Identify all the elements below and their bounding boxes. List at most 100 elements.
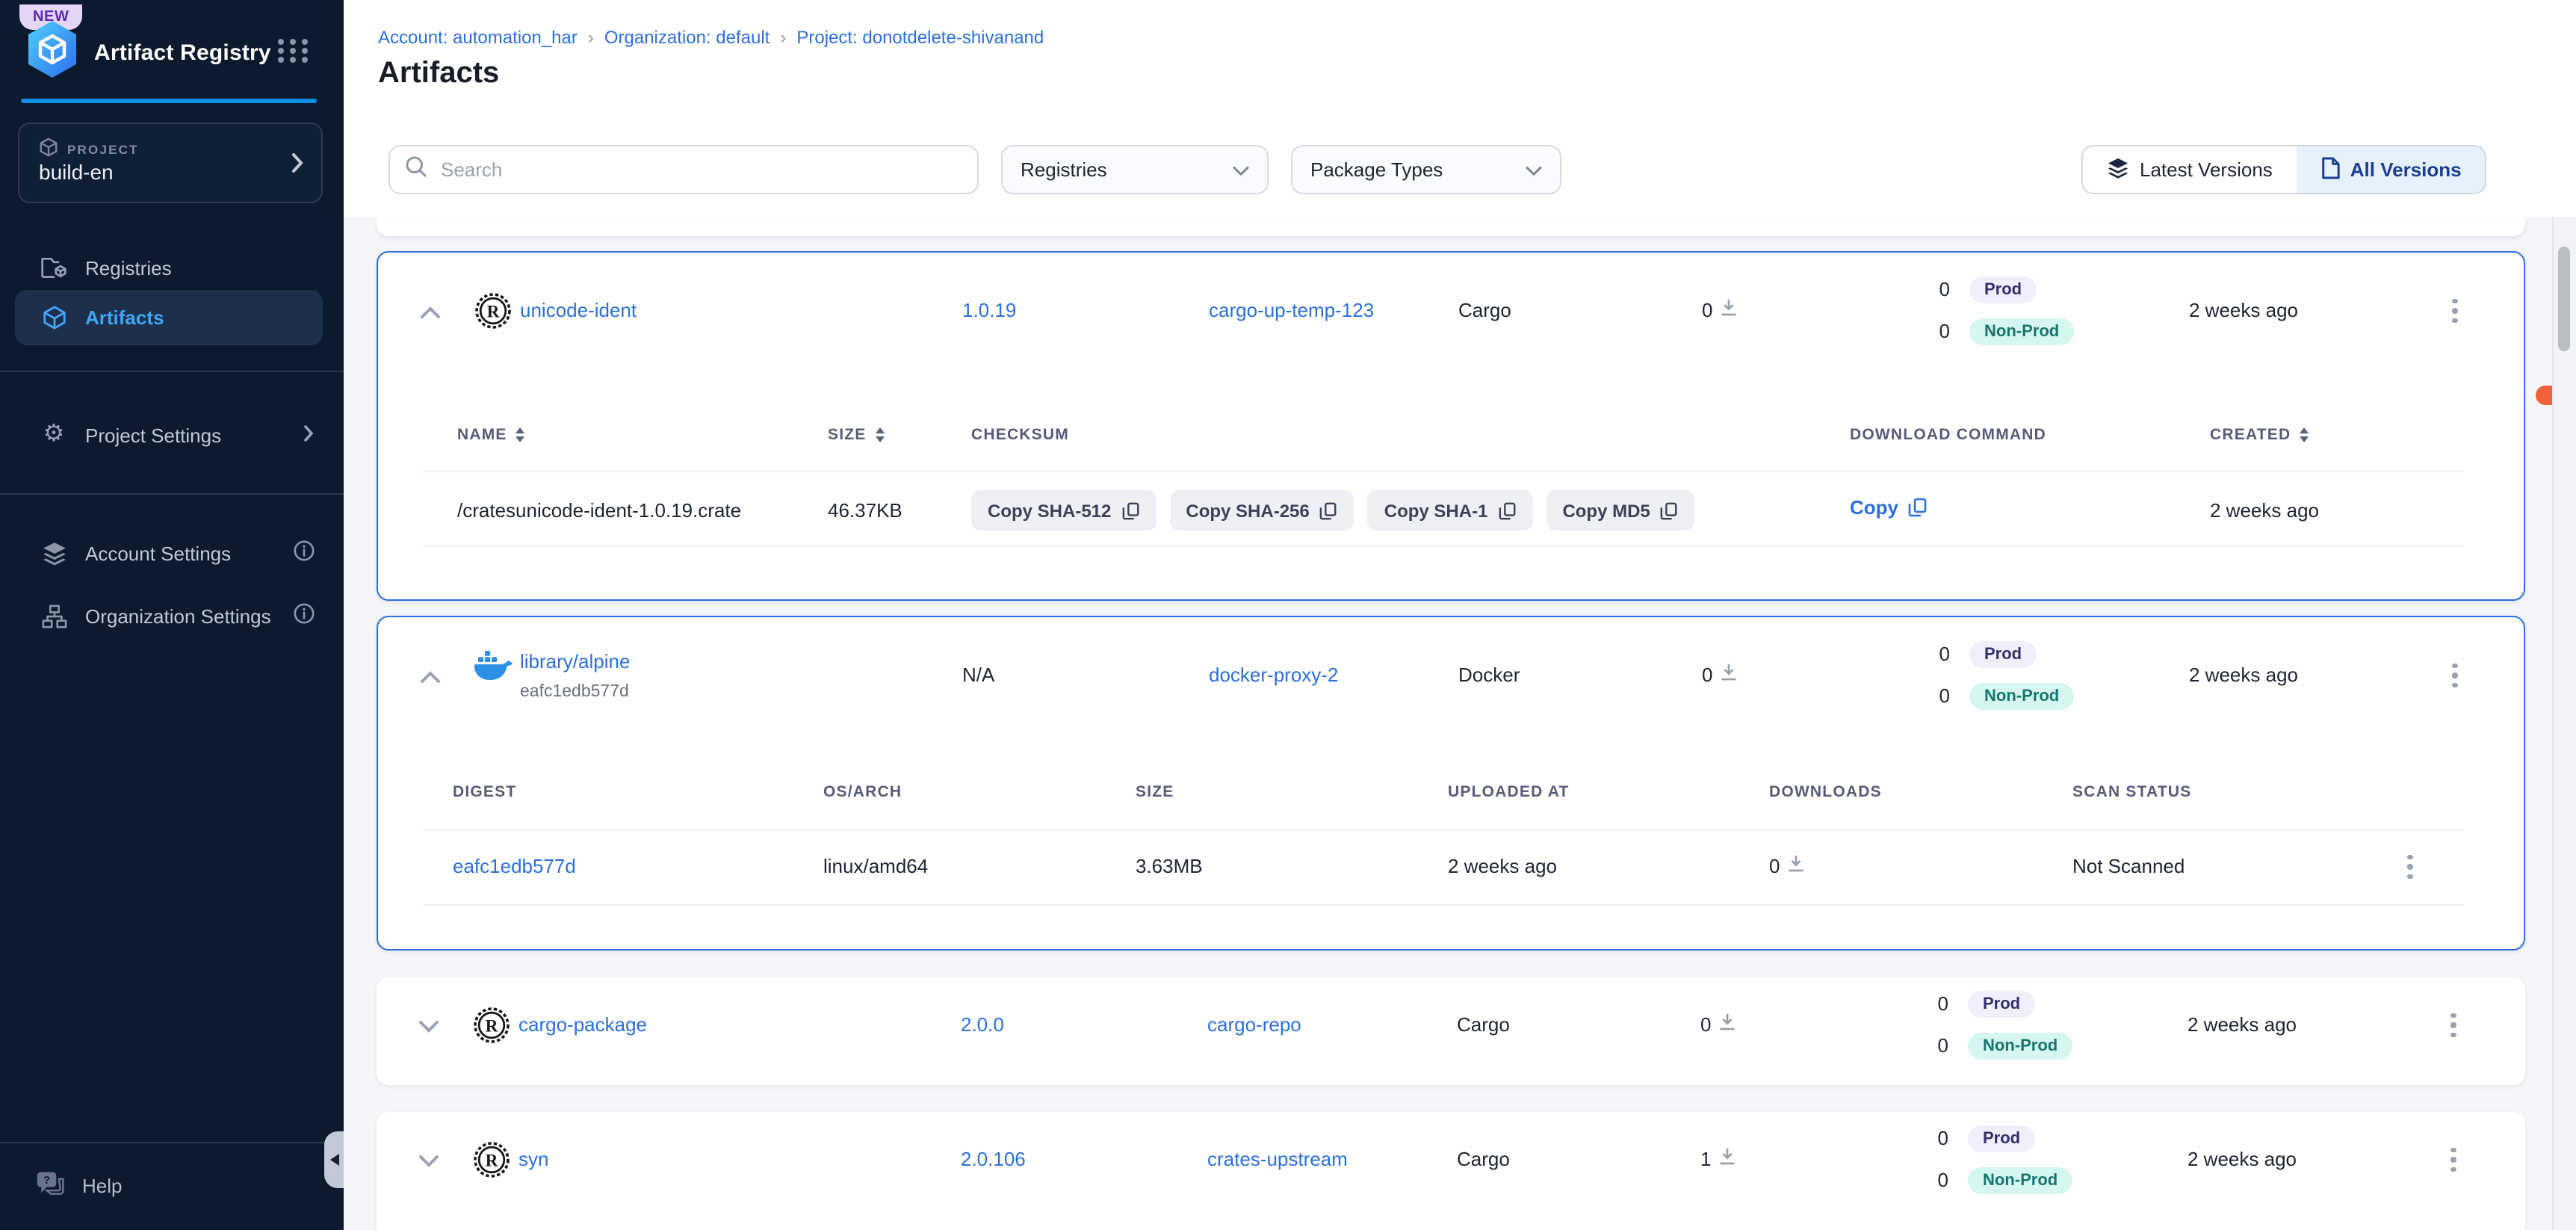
- checksum-buttons: Copy SHA-512 Copy SHA-256 Copy SHA-1 Cop…: [971, 490, 1695, 531]
- svg-text:R: R: [486, 1152, 498, 1170]
- artifact-version-link[interactable]: 1.0.19: [962, 299, 1016, 323]
- digest-link[interactable]: eafc1edb577d: [453, 855, 576, 879]
- chevron-right-icon: [303, 424, 314, 446]
- artifact-version-link[interactable]: 2.0.0: [961, 1013, 1004, 1037]
- svg-text:R: R: [486, 1017, 498, 1036]
- column-header-size[interactable]: SIZE: [828, 424, 885, 445]
- copy-icon: [1498, 501, 1516, 519]
- rust-cargo-icon: R: [472, 1006, 511, 1052]
- column-header-created[interactable]: CREATED: [2210, 424, 2309, 445]
- digest-downloads: 0: [1769, 855, 1805, 879]
- breadcrumb-project-link[interactable]: Project: donotdelete-shivanand: [796, 27, 1044, 48]
- chevron-down-icon[interactable]: [418, 1149, 439, 1176]
- package-types-filter-select[interactable]: Package Types: [1291, 145, 1561, 194]
- download-icon: [1718, 1148, 1736, 1172]
- row-menu-button[interactable]: [2440, 293, 2470, 329]
- help-button[interactable]: ? Help: [36, 1170, 123, 1202]
- column-header-digest: DIGEST: [453, 782, 516, 803]
- file-created: 2 weeks ago: [2210, 499, 2319, 523]
- artifact-registry-link[interactable]: crates-upstream: [1207, 1148, 1348, 1172]
- org-chart-icon: [40, 603, 67, 628]
- artifact-name-link[interactable]: syn: [518, 1148, 548, 1172]
- breadcrumb-separator: ›: [780, 27, 786, 48]
- artifact-type: Cargo: [1457, 1013, 1510, 1037]
- breadcrumb-account-link[interactable]: Account: automation_har: [378, 27, 578, 48]
- page-title: Artifacts: [378, 57, 499, 91]
- artifact-name-link[interactable]: library/alpine: [520, 650, 630, 674]
- copy-sha512-button[interactable]: Copy SHA-512: [971, 490, 1156, 531]
- scrollbar-track[interactable]: [2552, 217, 2576, 1230]
- download-icon: [1718, 1013, 1736, 1037]
- artifact-version: N/A: [962, 664, 994, 687]
- artifact-digest-short: eafc1edb577d: [520, 680, 629, 704]
- all-versions-button[interactable]: All Versions: [2297, 146, 2486, 193]
- copy-sha256-button[interactable]: Copy SHA-256: [1169, 490, 1354, 531]
- copy-download-command-button[interactable]: Copy: [1850, 496, 1927, 519]
- cube-artifacts-icon: [40, 304, 67, 330]
- artifact-card-library-alpine: library/alpine eafc1edb577d N/A docker-p…: [377, 616, 2525, 951]
- project-label: PROJECT: [67, 141, 139, 156]
- sidebar-item-account-settings[interactable]: Account Settings: [0, 528, 344, 578]
- nonprod-count: 0: [1911, 320, 1950, 344]
- breadcrumb-org-link[interactable]: Organization: default: [604, 27, 770, 48]
- column-header-size: SIZE: [1136, 782, 1174, 803]
- brand: Artifact Registry: [24, 19, 271, 87]
- nonprod-badge: Non-Prod: [1968, 1033, 2072, 1060]
- breadcrumb-separator: ›: [588, 27, 594, 48]
- breadcrumb: Account: automation_har › Organization: …: [378, 27, 1044, 48]
- sidebar-item-artifacts[interactable]: Artifacts: [0, 291, 344, 342]
- sidebar-divider: [0, 371, 344, 372]
- sidebar-item-project-settings[interactable]: ⚙ Project Settings: [0, 410, 344, 460]
- brand-underline: [21, 99, 317, 103]
- latest-versions-button[interactable]: Latest Versions: [2083, 146, 2297, 193]
- app-grid-icon[interactable]: [278, 39, 311, 63]
- sidebar-item-registries[interactable]: Registries: [0, 242, 344, 293]
- downloads-count: 0: [1702, 664, 1712, 687]
- chevron-down-icon: [1526, 158, 1542, 181]
- prod-badge: Prod: [1969, 641, 2037, 668]
- artifact-registry-link[interactable]: cargo-up-temp-123: [1209, 299, 1374, 323]
- row-menu-button[interactable]: [2439, 1007, 2468, 1043]
- file-name: /cratesunicode-ident-1.0.19.crate: [457, 499, 741, 523]
- sidebar-item-organization-settings[interactable]: Organization Settings: [0, 590, 344, 641]
- download-icon: [1720, 664, 1738, 687]
- svg-text:?: ?: [43, 1175, 50, 1187]
- downloads-count: 0: [1769, 855, 1780, 879]
- copy-md5-button[interactable]: Copy MD5: [1546, 490, 1694, 531]
- copy-sha1-button[interactable]: Copy SHA-1: [1368, 490, 1533, 531]
- chevron-down-icon[interactable]: [418, 1015, 439, 1042]
- uploaded-at: 2 weeks ago: [1448, 855, 1557, 879]
- scrollbar-thumb[interactable]: [2558, 247, 2570, 351]
- sidebar-collapse-handle[interactable]: [324, 1131, 344, 1188]
- artifact-registry-link[interactable]: docker-proxy-2: [1209, 664, 1338, 687]
- row-menu-button[interactable]: [2439, 1142, 2468, 1178]
- downloads-count: 1: [1700, 1148, 1711, 1172]
- artifact-registry-logo-icon: [24, 19, 81, 87]
- artifact-version-link[interactable]: 2.0.106: [961, 1148, 1026, 1172]
- row-menu-button[interactable]: [2440, 658, 2470, 693]
- table-divider: [423, 471, 2464, 472]
- os-arch: linux/amd64: [823, 855, 928, 879]
- prod-badge: Prod: [1968, 991, 2035, 1018]
- chevron-up-icon[interactable]: [420, 665, 441, 692]
- digest-menu-button[interactable]: [2395, 849, 2425, 885]
- column-header-checksum: CHECKSUM: [971, 424, 1069, 445]
- registries-filter-select[interactable]: Registries: [1001, 145, 1269, 194]
- sidebar-item-label: Project Settings: [85, 424, 221, 446]
- feedback-notch[interactable]: [2536, 386, 2552, 405]
- nonprod-badge: Non-Prod: [1969, 683, 2074, 710]
- table-divider: [423, 829, 2464, 831]
- partially-scrolled-card: [377, 217, 2525, 236]
- chevron-up-icon[interactable]: [420, 300, 441, 327]
- project-selector[interactable]: PROJECT build-en: [18, 123, 323, 203]
- chevron-right-icon: [291, 152, 303, 181]
- rust-cargo-icon: R: [474, 291, 513, 338]
- nonprod-count: 0: [1911, 684, 1950, 708]
- column-header-name[interactable]: NAME: [457, 424, 525, 445]
- artifact-registry-link[interactable]: cargo-repo: [1207, 1013, 1301, 1037]
- sidebar-item-label: Account Settings: [85, 542, 231, 564]
- search-input[interactable]: [438, 157, 962, 182]
- artifact-name-link[interactable]: cargo-package: [518, 1013, 647, 1037]
- artifact-name-link[interactable]: unicode-ident: [520, 299, 637, 323]
- sort-icon: [2300, 427, 2309, 442]
